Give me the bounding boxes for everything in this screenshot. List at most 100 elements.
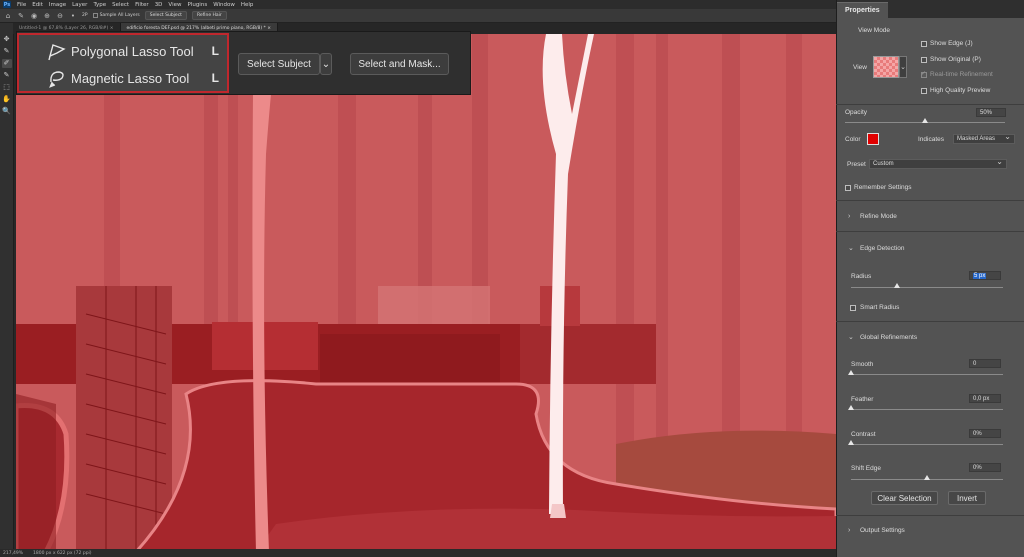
new-selection-icon[interactable]: ◉ xyxy=(30,12,38,20)
sample-all-layers-label: Sample All Layers xyxy=(99,13,140,18)
divider xyxy=(836,321,1024,322)
view-mode-title: View Mode xyxy=(858,27,891,34)
shift-edge-label: Shift Edge xyxy=(851,465,881,472)
home-icon[interactable]: ⌂ xyxy=(4,12,12,20)
contrast-slider-track[interactable] xyxy=(851,444,1003,445)
output-settings-label: Output Settings xyxy=(860,527,905,534)
divider xyxy=(836,515,1024,516)
menu-select[interactable]: Select xyxy=(112,2,129,8)
indicates-label: Indicates xyxy=(918,136,945,143)
feather-slider-thumb[interactable] xyxy=(848,405,854,410)
show-original-checkbox[interactable] xyxy=(921,57,927,63)
show-edge-label: Show Edge (J) xyxy=(930,40,973,47)
high-quality-preview-label: High Quality Preview xyxy=(930,87,991,94)
status-bar: 217,49% 1800 px x 622 px (72 ppi) xyxy=(0,549,836,557)
refine-hair-button[interactable]: Refine Hair xyxy=(191,11,227,20)
menu-layer[interactable]: Layer xyxy=(72,2,87,8)
sample-all-layers-checkbox[interactable]: Sample All Layers xyxy=(92,13,140,18)
object-selection-tool-icon[interactable]: ⬚ xyxy=(2,83,12,92)
feather-input[interactable]: 0,0 px xyxy=(969,394,1001,403)
brush-size-icon[interactable]: • xyxy=(69,12,77,20)
mask-color-swatch[interactable] xyxy=(867,133,879,145)
indicates-dropdown[interactable]: Masked Areas xyxy=(953,132,1015,144)
chevron-right-icon: › xyxy=(848,527,851,534)
menu-image[interactable]: Image xyxy=(49,2,66,8)
realtime-refinement-checkbox[interactable] xyxy=(921,70,927,78)
chevron-down-icon: ⌄ xyxy=(848,245,854,252)
radius-slider-thumb[interactable] xyxy=(893,283,900,288)
brush-tool-icon[interactable]: ✎ xyxy=(2,71,12,80)
menu-plugins[interactable]: Plugins xyxy=(187,2,207,8)
panel-header: Properties xyxy=(837,0,1024,18)
checkbox-box[interactable] xyxy=(92,13,98,18)
zoom-level[interactable]: 217,49% xyxy=(3,551,23,556)
brush-size-value[interactable]: 2P xyxy=(82,13,88,18)
document-size: 1800 px x 622 px (72 ppi) xyxy=(33,550,92,556)
high-quality-preview-checkbox[interactable] xyxy=(921,88,927,94)
hand-tool-icon[interactable]: ✋ xyxy=(2,95,12,104)
options-select-subject-button[interactable]: Select Subject xyxy=(144,11,187,20)
radius-input[interactable]: 5 px xyxy=(969,271,1001,280)
menu-type[interactable]: Type xyxy=(93,2,106,8)
smart-radius-checkbox[interactable] xyxy=(850,305,856,311)
quick-selection-icon[interactable]: ✎ xyxy=(17,12,25,20)
tab-properties[interactable]: Properties xyxy=(837,2,888,18)
shift-edge-slider-thumb[interactable] xyxy=(924,475,930,480)
clear-selection-button[interactable]: Clear Selection xyxy=(871,491,938,505)
opacity-slider-thumb[interactable] xyxy=(922,118,928,123)
menu-help[interactable]: Help xyxy=(241,2,254,8)
magnetic-lasso-icon xyxy=(49,71,64,88)
radius-slider-track[interactable] xyxy=(851,287,1003,288)
shift-edge-input[interactable]: 0% xyxy=(969,463,1001,472)
flyout-item-polygonal-lasso[interactable]: Polygonal Lasso Tool L xyxy=(19,38,227,64)
chevron-down-icon: ⌄ xyxy=(848,334,854,341)
contrast-label: Contrast xyxy=(851,431,876,438)
smooth-slider-track[interactable] xyxy=(851,374,1003,375)
move-tool-icon[interactable]: ✥ xyxy=(2,35,12,44)
magnetic-lasso-shortcut: L xyxy=(211,71,219,85)
magnetic-lasso-label: Magnetic Lasso Tool xyxy=(71,70,190,86)
opacity-input[interactable]: 50% xyxy=(976,108,1006,117)
view-label: View xyxy=(853,64,867,71)
view-mode-preview-icon[interactable] xyxy=(873,56,899,78)
show-original-label: Show Original (P) xyxy=(930,56,981,63)
feather-slider-track[interactable] xyxy=(851,409,1003,410)
menu-window[interactable]: Window xyxy=(213,2,235,8)
preset-dropdown[interactable]: Custom xyxy=(869,157,1007,169)
polygonal-lasso-icon xyxy=(48,44,66,61)
invert-button[interactable]: Invert xyxy=(948,491,986,505)
refine-mode-section[interactable]: › Refine Mode xyxy=(848,213,897,220)
zoom-tool-icon[interactable]: 🔍 xyxy=(2,107,12,116)
menu-edit[interactable]: Edit xyxy=(32,2,43,8)
menu-3d[interactable]: 3D xyxy=(155,2,163,8)
menu-file[interactable]: File xyxy=(17,2,26,8)
smooth-slider-thumb[interactable] xyxy=(848,370,854,375)
feather-label: Feather xyxy=(851,396,874,403)
contrast-slider-thumb[interactable] xyxy=(848,440,854,445)
options-bar: ⌂ ✎ ◉ ⊕ ⊖ • 2P Sample All Layers Select … xyxy=(0,9,836,23)
subtract-selection-icon[interactable]: ⊖ xyxy=(56,12,64,20)
select-subject-dropdown-icon[interactable]: ⌄ xyxy=(320,53,332,75)
menu-filter[interactable]: Filter xyxy=(135,2,149,8)
edge-detection-section[interactable]: ⌄ Edge Detection xyxy=(848,244,904,253)
remember-settings-checkbox[interactable] xyxy=(845,185,851,191)
lasso-tool-icon[interactable]: ✐ xyxy=(1,59,12,68)
view-mode-dropdown-icon[interactable]: ⌄ xyxy=(899,56,907,78)
document-canvas[interactable] xyxy=(16,34,836,552)
radius-value: 5 px xyxy=(973,272,987,279)
divider xyxy=(836,200,1024,201)
tools-panel: ✥ ✎ ✐ ✎ ⬚ ✋ 🔍 xyxy=(0,23,14,553)
smooth-input[interactable]: 0 xyxy=(969,359,1001,368)
global-refinements-section[interactable]: ⌄ Global Refinements xyxy=(848,333,918,342)
polygonal-lasso-label: Polygonal Lasso Tool xyxy=(71,43,194,59)
contrast-input[interactable]: 0% xyxy=(969,429,1001,438)
quick-selection-tool-icon[interactable]: ✎ xyxy=(2,47,12,56)
add-selection-icon[interactable]: ⊕ xyxy=(43,12,51,20)
menu-view[interactable]: View xyxy=(168,2,181,8)
show-edge-checkbox[interactable] xyxy=(921,41,927,47)
flyout-item-magnetic-lasso[interactable]: Magnetic Lasso Tool L xyxy=(19,65,227,91)
select-and-mask-button[interactable]: Select and Mask... xyxy=(350,53,449,75)
select-subject-button[interactable]: Select Subject xyxy=(238,53,320,75)
output-settings-section[interactable]: › Output Settings xyxy=(848,527,905,534)
global-refinements-label: Global Refinements xyxy=(860,333,918,341)
